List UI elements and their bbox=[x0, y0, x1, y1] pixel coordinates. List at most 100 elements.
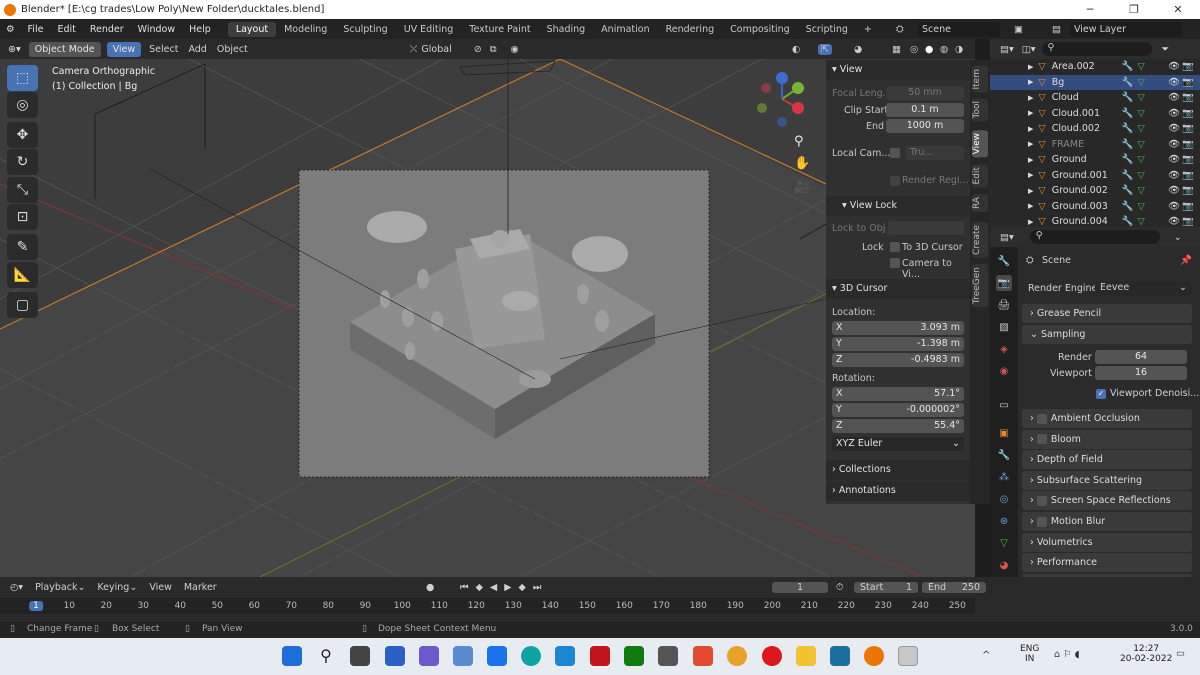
cursor-rotation-y[interactable]: Y -0.000002° bbox=[832, 403, 964, 417]
search-icon[interactable]: ⚲ bbox=[316, 646, 336, 666]
visibility-icon[interactable]: ◐ bbox=[792, 44, 800, 55]
sampling-panel[interactable]: ⌄ Sampling bbox=[1022, 325, 1192, 344]
end-frame-field[interactable]: End 250 bbox=[922, 582, 986, 593]
blender-menu-icon[interactable]: ⚙ bbox=[0, 24, 21, 35]
view-layer-tab-icon[interactable]: ▧ bbox=[996, 319, 1012, 335]
render-panel-performance[interactable]: › Performance bbox=[1022, 553, 1192, 573]
render-engine-dropdown[interactable]: Eevee ⌄ bbox=[1095, 281, 1192, 296]
widgets-icon[interactable] bbox=[385, 646, 405, 666]
playback-controls-icon[interactable]: ⏮ ◆ ◀ ▶ ◆ ⏭ bbox=[460, 582, 543, 593]
outliner-item[interactable]: ▶ ▽ Cloud.001 🔧 ▽ 👁 📷 bbox=[990, 106, 1200, 122]
teams-icon[interactable] bbox=[419, 646, 439, 666]
menu-object[interactable]: Object bbox=[217, 44, 248, 55]
add-cube-tool[interactable]: ▢ bbox=[7, 292, 38, 318]
mode-dropdown[interactable]: Object Mode bbox=[28, 41, 101, 57]
blender-taskbar-icon[interactable] bbox=[864, 646, 884, 666]
select-box-tool[interactable]: ⬚ bbox=[7, 65, 38, 91]
panel-enable-checkbox[interactable] bbox=[1036, 495, 1047, 506]
tab-scripting[interactable]: Scripting bbox=[798, 22, 856, 37]
start-icon[interactable] bbox=[282, 646, 302, 666]
pan-hand-icon[interactable]: ✋ bbox=[794, 156, 810, 171]
tab-treegen[interactable]: TreeGen bbox=[972, 264, 988, 307]
eye-icon[interactable]: 👁 bbox=[1168, 154, 1180, 165]
outliner-item[interactable]: ▶ ▽ Cloud.002 🔧 ▽ 👁 📷 bbox=[990, 121, 1200, 137]
camera-render-icon[interactable]: 📷 bbox=[1182, 201, 1194, 212]
file-explorer-icon[interactable] bbox=[796, 646, 816, 666]
pivot-icon[interactable]: ⊘ bbox=[474, 44, 482, 55]
maximize-button[interactable]: ❐ bbox=[1112, 0, 1156, 19]
render-panel-volumetrics[interactable]: › Volumetrics bbox=[1022, 532, 1192, 552]
tab-item[interactable]: Item bbox=[972, 66, 988, 93]
constraints-tab-icon[interactable]: ⊛ bbox=[996, 513, 1012, 529]
tab-rendering[interactable]: Rendering bbox=[658, 22, 723, 37]
timeline-view-menu[interactable]: View bbox=[149, 582, 172, 593]
xray-icon[interactable]: ▦ bbox=[892, 44, 901, 55]
settings-icon[interactable] bbox=[658, 646, 678, 666]
particles-tab-icon[interactable]: ⁂ bbox=[996, 469, 1012, 485]
tab-create[interactable]: Create bbox=[972, 222, 988, 258]
render-panel-screen-space-reflections[interactable]: › Screen Space Reflections bbox=[1022, 491, 1192, 511]
outliner-item[interactable]: ▶ ▽ Ground 🔧 ▽ 👁 📷 bbox=[990, 152, 1200, 168]
clip-start-field[interactable]: 0.1 m bbox=[886, 103, 964, 117]
minimize-button[interactable]: ─ bbox=[1068, 0, 1112, 19]
eye-icon[interactable]: 👁 bbox=[1168, 123, 1180, 134]
cursor-location-z[interactable]: Z -0.4983 m bbox=[832, 353, 964, 367]
tab-compositing[interactable]: Compositing bbox=[722, 22, 798, 37]
tool-tab-icon[interactable]: 🔧 bbox=[996, 253, 1012, 269]
red-app-icon[interactable] bbox=[693, 646, 713, 666]
eye-icon[interactable]: 👁 bbox=[1168, 108, 1180, 119]
menu-select[interactable]: Select bbox=[149, 44, 178, 55]
material-shading-icon[interactable]: ◍ bbox=[940, 44, 948, 55]
expand-arrow-icon[interactable]: ▶ bbox=[1028, 63, 1033, 71]
camera-render-icon[interactable]: 📷 bbox=[1182, 108, 1194, 119]
focal-length-field[interactable]: 50 mm bbox=[886, 86, 964, 100]
record-icon[interactable]: ● bbox=[426, 582, 434, 593]
navigation-gizmo[interactable] bbox=[752, 64, 812, 136]
eye-icon[interactable]: 👁 bbox=[1168, 170, 1180, 181]
transform-tool[interactable]: ⊡ bbox=[7, 204, 38, 230]
tab-modeling[interactable]: Modeling bbox=[276, 22, 335, 37]
zoom-icon[interactable]: ⚲ bbox=[794, 134, 804, 149]
data-tab-icon[interactable]: ▽ bbox=[996, 535, 1012, 551]
render-panel-depth-of-field[interactable]: › Depth of Field bbox=[1022, 450, 1192, 470]
edge-icon[interactable] bbox=[521, 646, 541, 666]
add-workspace-button[interactable]: + bbox=[856, 22, 880, 37]
tab-edit[interactable]: Edit bbox=[972, 164, 988, 188]
properties-options-icon[interactable]: ⌄ bbox=[1174, 232, 1182, 243]
panel-enable-checkbox[interactable] bbox=[1036, 413, 1047, 424]
clock[interactable]: 12:27 20-02-2022 bbox=[1120, 644, 1172, 664]
snap-icon[interactable]: ⧉ bbox=[490, 44, 497, 55]
cursor-rotation-x[interactable]: X 57.1° bbox=[832, 387, 964, 401]
editor-type-icon[interactable]: ⊕▾ bbox=[8, 44, 21, 55]
expand-arrow-icon[interactable]: ▶ bbox=[1028, 125, 1033, 133]
eye-icon[interactable]: 👁 bbox=[1168, 92, 1180, 103]
eye-icon[interactable]: 👁 bbox=[1168, 61, 1180, 72]
physics-tab-icon[interactable]: ◎ bbox=[996, 491, 1012, 507]
camera-render-icon[interactable]: 📷 bbox=[1182, 139, 1194, 150]
menu-render[interactable]: Render bbox=[83, 24, 131, 35]
filter-icon[interactable]: ⏷ bbox=[1162, 44, 1170, 55]
tab-view[interactable]: View bbox=[972, 130, 988, 158]
keying-menu[interactable]: Keying bbox=[97, 582, 129, 593]
menu-window[interactable]: Window bbox=[131, 24, 182, 35]
tab-sculpting[interactable]: Sculpting bbox=[335, 22, 395, 37]
grease-pencil-panel[interactable]: › Grease Pencil bbox=[1022, 304, 1192, 323]
pin-icon[interactable]: 📌 bbox=[1180, 255, 1192, 266]
render-panel-motion-blur[interactable]: › Motion Blur bbox=[1022, 512, 1192, 531]
expand-arrow-icon[interactable]: ▶ bbox=[1028, 171, 1033, 179]
world-tab-icon[interactable]: ◉ bbox=[996, 363, 1012, 379]
xbox-icon[interactable] bbox=[624, 646, 644, 666]
tab-shading[interactable]: Shading bbox=[539, 22, 594, 37]
render-tab-icon[interactable]: 📷 bbox=[996, 275, 1012, 291]
solid-shading-icon[interactable]: ● bbox=[925, 44, 933, 55]
annotate-tool[interactable]: ✎ bbox=[7, 234, 38, 260]
tab-animation[interactable]: Animation bbox=[593, 22, 657, 37]
eye-icon[interactable]: 👁 bbox=[1168, 216, 1180, 227]
mail-icon[interactable] bbox=[487, 646, 507, 666]
marker-menu[interactable]: Marker bbox=[184, 582, 217, 593]
camera-render-icon[interactable]: 📷 bbox=[1182, 185, 1194, 196]
menu-help[interactable]: Help bbox=[182, 24, 218, 35]
cursor-tool[interactable]: ◎ bbox=[7, 92, 38, 118]
eye-icon[interactable]: 👁 bbox=[1168, 201, 1180, 212]
camera-render-icon[interactable]: 📷 bbox=[1182, 61, 1194, 72]
